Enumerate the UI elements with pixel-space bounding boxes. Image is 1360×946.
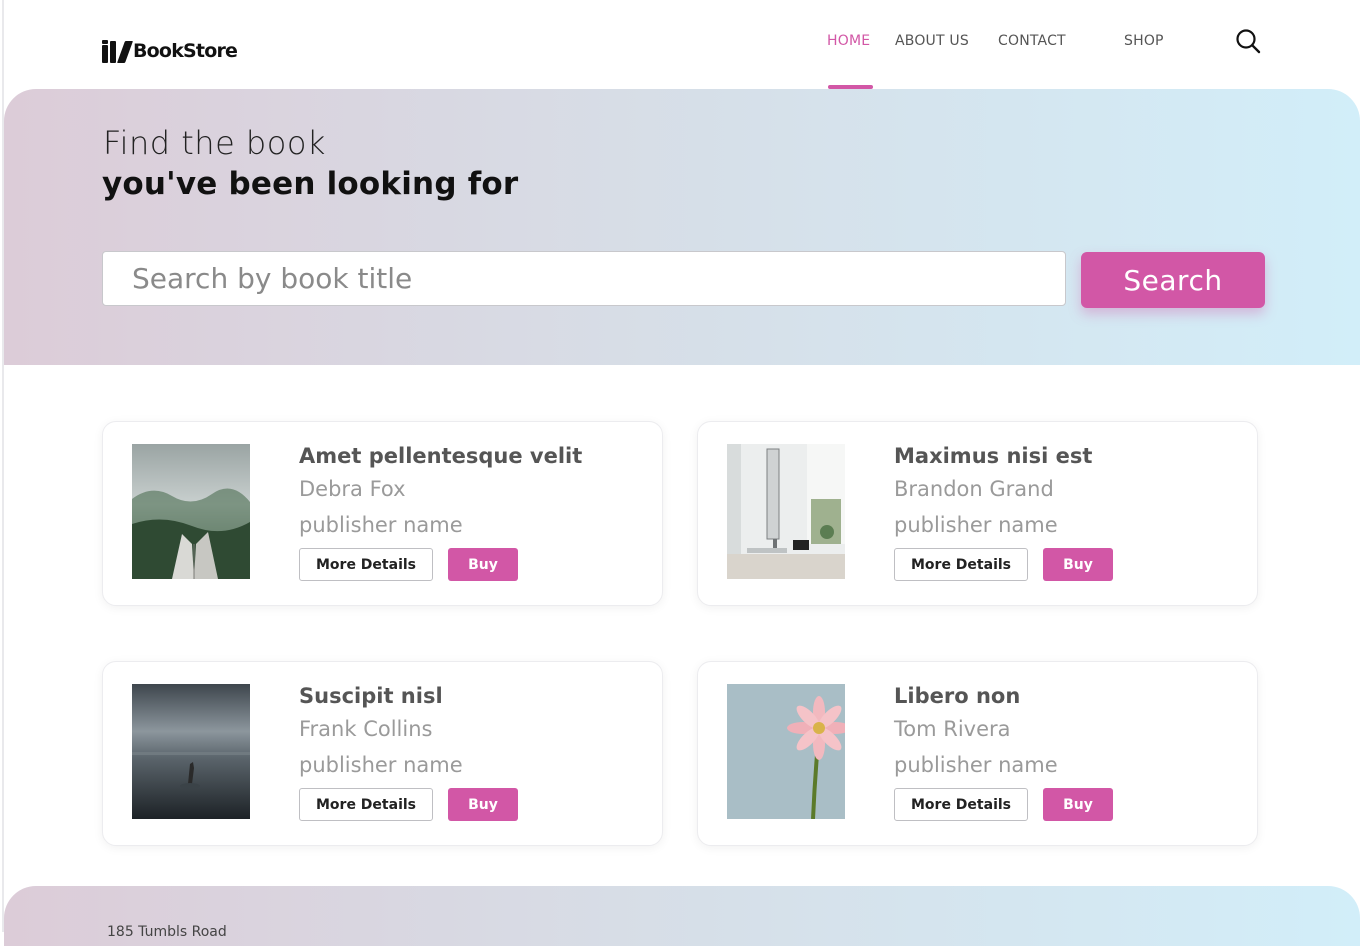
book-title: Libero non (894, 684, 1021, 708)
buy-button[interactable]: Buy (448, 548, 518, 581)
search-icon[interactable] (1235, 28, 1261, 54)
book-author: Debra Fox (299, 477, 406, 501)
nav-home[interactable]: HOME (827, 33, 870, 49)
search-button[interactable]: Search (1081, 252, 1265, 308)
more-details-button[interactable]: More Details (894, 548, 1028, 581)
more-details-button[interactable]: More Details (299, 788, 433, 821)
book-publisher: publisher name (894, 513, 1058, 537)
book-title: Amet pellentesque velit (299, 444, 583, 468)
brand-logo[interactable]: BookStore (102, 38, 238, 64)
footer-address: 185 Tumbls Road (107, 924, 227, 940)
book-cover-image (132, 444, 250, 579)
book-author: Tom Rivera (894, 717, 1011, 741)
book-search-input[interactable] (102, 251, 1066, 306)
book-card: Amet pellentesque velit Debra Fox publis… (102, 421, 663, 606)
book-title: Suscipit nisl (299, 684, 443, 708)
more-details-button[interactable]: More Details (894, 788, 1028, 821)
hero-heading-line2: you've been looking for (102, 166, 519, 202)
book-cover-image (727, 684, 845, 819)
brand-name: BookStore (133, 40, 238, 62)
book-publisher: publisher name (299, 753, 463, 777)
book-card: Libero non Tom Rivera publisher name Mor… (697, 661, 1258, 846)
book-cover-image (132, 684, 250, 819)
buy-button[interactable]: Buy (448, 788, 518, 821)
more-details-button[interactable]: More Details (299, 548, 433, 581)
book-author: Frank Collins (299, 717, 433, 741)
book-cover-image (727, 444, 845, 579)
hero-heading-line1: Find the book (103, 124, 326, 162)
buy-button[interactable]: Buy (1043, 788, 1113, 821)
book-author: Brandon Grand (894, 477, 1054, 501)
book-publisher: publisher name (894, 753, 1058, 777)
book-card: Suscipit nisl Frank Collins publisher na… (102, 661, 663, 846)
nav-shop[interactable]: SHOP (1124, 33, 1164, 49)
buy-button[interactable]: Buy (1043, 548, 1113, 581)
nav-about-us[interactable]: ABOUT US (895, 33, 969, 49)
book-title: Maximus nisi est (894, 444, 1093, 468)
book-publisher: publisher name (299, 513, 463, 537)
book-card: Maximus nisi est Brandon Grand publisher… (697, 421, 1258, 606)
books-logo-icon (102, 39, 134, 63)
site-footer: 185 Tumbls Road (4, 886, 1360, 946)
nav-contact[interactable]: CONTACT (998, 33, 1066, 49)
site-header: BookStore HOME ABOUT US CONTACT SHOP (0, 0, 1360, 90)
